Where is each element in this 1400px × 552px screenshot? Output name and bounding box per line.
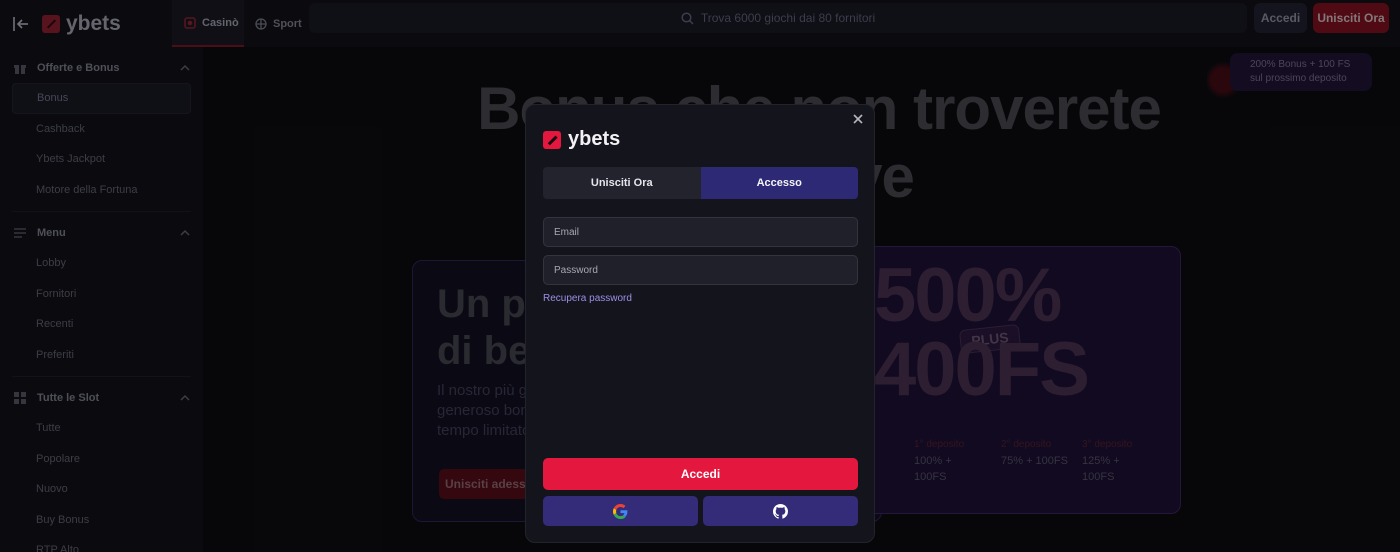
modal-logo: ybets bbox=[543, 128, 620, 151]
google-icon bbox=[613, 503, 628, 519]
login-modal: ybets Unisciti Ora Accesso Recupera pass… bbox=[525, 104, 875, 543]
submit-login-button[interactable]: Accedi bbox=[543, 458, 858, 490]
logo-mark-icon bbox=[543, 130, 561, 149]
tab-login[interactable]: Accesso bbox=[700, 167, 858, 199]
auth-tabs: Unisciti Ora Accesso bbox=[543, 167, 858, 199]
github-icon bbox=[773, 503, 788, 519]
tab-join[interactable]: Unisciti Ora bbox=[543, 167, 701, 199]
google-login-button[interactable] bbox=[543, 496, 698, 526]
recover-password-link[interactable]: Recupera password bbox=[543, 293, 632, 304]
github-login-button[interactable] bbox=[703, 496, 858, 526]
email-field[interactable] bbox=[543, 217, 858, 247]
modal-logo-text: ybets bbox=[568, 128, 621, 150]
page: ybets Casinò Sport Trova 6000 giochi dai… bbox=[0, 0, 1400, 552]
password-field[interactable] bbox=[543, 255, 858, 285]
close-button[interactable] bbox=[850, 111, 866, 127]
close-icon bbox=[853, 114, 863, 124]
